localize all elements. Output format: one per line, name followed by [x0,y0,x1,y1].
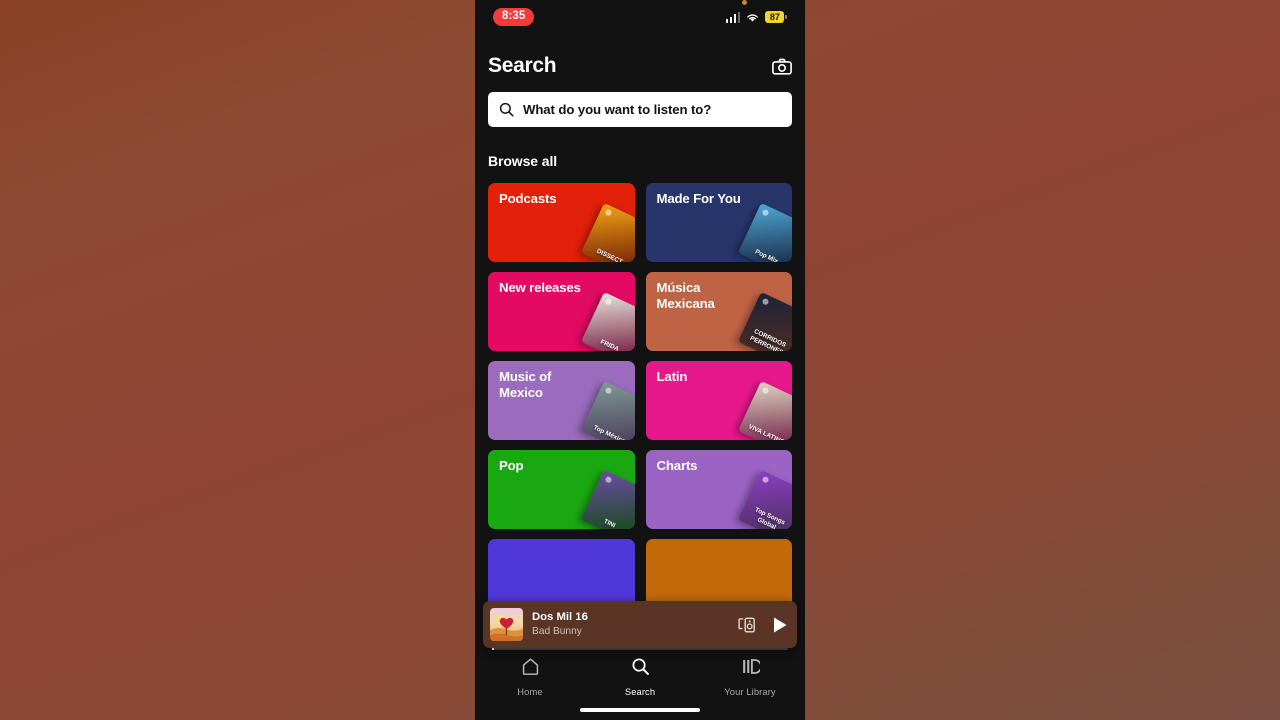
album-art [490,608,523,641]
wifi-icon [747,13,759,22]
search-icon [499,102,514,117]
browse-categories-grid: Podcasts DISSECT Made For You Pop Mix New re… [475,169,805,618]
browse-card-thumbnail: Top Songs Global [737,469,792,529]
browse-all-heading: Browse all [488,153,558,169]
browse-card-thumbnail-text: VIVA LATINO [747,422,786,440]
browse-card-thumbnail-text: TINI [602,517,617,529]
browse-card[interactable]: New releases FRIDA [488,272,635,351]
recording-dot-icon [741,0,747,5]
browse-card-thumbnail-text: CORRIDOS PERRONES [748,328,787,351]
browse-card-label: New releases [499,280,581,295]
browse-card-label: Music of Mexico [499,369,552,401]
nav-item-your-library[interactable]: Your Library [695,657,805,697]
browse-card-label: Made For You [656,191,741,206]
browse-card-label: Pop [499,458,524,473]
browse-card-thumbnail-text: FRIDA [598,338,620,351]
now-playing-artist: Bad Bunny [532,625,582,637]
browse-card[interactable]: Música Mexicana CORRIDOS PERRONES [645,272,792,351]
now-playing-progress-fill [492,647,494,650]
phone-screen: 8:35 87 Search What do you want to liste… [475,0,805,720]
browse-card-thumbnail: CORRIDOS PERRONES [737,291,792,351]
now-playing-meta: Dos Mil 16 Bad Bunny [532,610,728,638]
spotify-connect-devices-icon[interactable] [737,616,757,634]
now-playing-actions [737,616,788,634]
nav-item-search[interactable]: Search [585,657,695,697]
browse-card[interactable]: Podcasts DISSECT [488,183,635,262]
cellular-signal-icon [725,11,741,23]
status-bar: 8:35 87 [475,0,805,34]
nav-item-label: Your Library [724,686,776,697]
now-playing-track-title: Dos Mil 16 [532,611,588,624]
browse-card-thumbnail: DISSECT [580,202,635,262]
nav-item-label: Home [517,686,543,697]
battery-icon: 87 [765,11,787,23]
camera-icon[interactable] [772,58,792,75]
browse-card[interactable]: Made For You Pop Mix [645,183,792,262]
nav-item-home[interactable]: Home [475,657,585,697]
browse-card[interactable]: Latin VIVA LATINO [645,361,792,440]
battery-level: 87 [765,11,785,23]
browse-card-thumbnail: TINI [580,469,635,529]
browse-card-label: Latin [656,369,688,384]
search-bar-container: What do you want to listen to? [475,78,805,127]
browse-card-label: Música Mexicana [656,280,715,312]
page-title: Search [488,54,557,77]
nav-item-label: Search [624,686,656,697]
status-bar-indicators: 87 [725,0,787,23]
browse-card[interactable]: Pop TINI [488,450,635,529]
browse-card-thumbnail-text: DISSECT [595,247,624,262]
browse-card-thumbnail: VIVA LATINO [737,380,792,440]
search-icon [631,657,650,681]
browse-card-thumbnail: Pop Mix [737,202,792,262]
browse-card-label: Podcasts [499,191,557,206]
status-bar-time: 8:35 [493,8,535,26]
browse-card[interactable]: Charts Top Songs Global [645,450,792,529]
browse-card[interactable]: Music of Mexico Top México [488,361,635,440]
now-playing-progress-track [492,647,788,650]
browse-card-thumbnail-text: Top Songs Global [753,506,786,529]
play-icon[interactable] [772,616,788,634]
search-placeholder-text: What do you want to listen to? [523,102,712,117]
browse-card-thumbnail-text: Top México [591,423,627,440]
browse-card-label: Charts [656,458,698,473]
library-icon [741,657,762,681]
home-indicator [580,707,700,712]
browse-card-thumbnail: Top México [580,380,635,440]
browse-card-thumbnail: FRIDA [580,291,635,351]
search-input[interactable]: What do you want to listen to? [488,92,792,127]
now-playing-bar[interactable]: Dos Mil 16 Bad Bunny [483,601,797,650]
page-header: Search [475,34,805,78]
home-icon [521,657,540,681]
browse-card-thumbnail-text: Pop Mix [754,248,780,262]
